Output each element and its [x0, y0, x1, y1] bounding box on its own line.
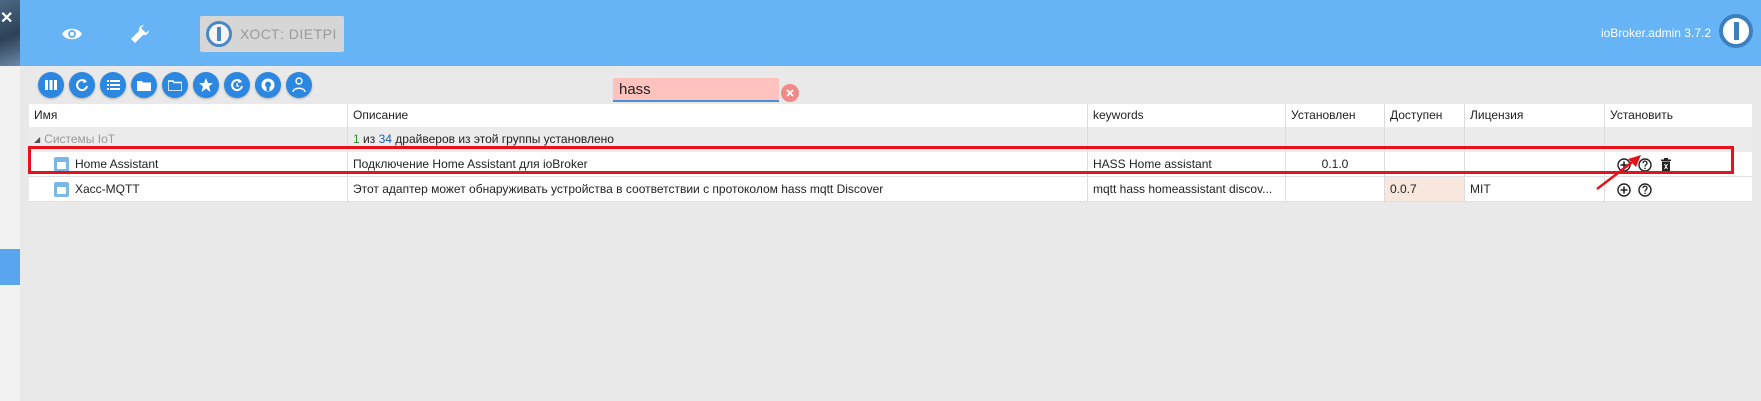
header-install[interactable]: Установить — [1604, 104, 1752, 127]
table-row[interactable]: Home Assistant Подключение Home Assistan… — [29, 152, 1752, 177]
iobroker-logo-icon — [206, 21, 232, 47]
group-name: Системы IoT — [44, 132, 116, 146]
adapter-license: MIT — [1464, 177, 1604, 201]
host-label: ХОСТ: DIETPI — [240, 26, 337, 42]
adapter-description: Подключение Home Assistant для ioBroker — [347, 152, 1087, 176]
adapter-name-cell: Хасс-MQTT — [29, 177, 347, 201]
sidebar-active-marker[interactable] — [0, 249, 20, 285]
left-sidebar-strip: ✕ — [0, 0, 20, 401]
view-columns-icon[interactable] — [38, 72, 64, 98]
github-icon[interactable] — [255, 72, 281, 98]
adapter-description: Этот адаптер может обнаруживать устройст… — [347, 177, 1087, 201]
header-keywords[interactable]: keywords — [1087, 104, 1285, 127]
user-icon[interactable] — [286, 72, 312, 98]
update-icon[interactable] — [224, 72, 250, 98]
add-instance-icon[interactable] — [1615, 181, 1632, 198]
group-total-count: 34 — [378, 132, 392, 146]
delete-icon[interactable] — [1657, 156, 1674, 173]
adapter-home-icon — [54, 157, 69, 173]
header-name[interactable]: Имя — [29, 104, 347, 127]
header-installed[interactable]: Установлен — [1285, 104, 1384, 127]
adapter-installed-version — [1285, 177, 1384, 201]
adapter-available-version — [1384, 152, 1464, 176]
table-row[interactable]: Хасс-MQTT Этот адаптер может обнаруживат… — [29, 177, 1752, 202]
sidebar-corner: ✕ — [0, 0, 20, 66]
adapter-actions — [1604, 152, 1752, 176]
group-empty-cell — [1384, 127, 1464, 151]
group-name-cell: ◢ Системы IoT — [29, 127, 347, 151]
adapter-license — [1464, 152, 1604, 176]
add-instance-icon[interactable] — [1615, 156, 1632, 173]
star-icon[interactable] — [193, 72, 219, 98]
help-icon[interactable] — [1636, 181, 1653, 198]
header-available[interactable]: Доступен — [1384, 104, 1464, 127]
action-buttons — [1611, 155, 1678, 174]
host-selector[interactable]: ХОСТ: DIETPI — [200, 16, 344, 52]
table-header: Имя Описание keywords Установлен Доступе… — [29, 104, 1752, 127]
list-icon[interactable] — [100, 72, 126, 98]
group-summary: 1 из 34 драйверов из этой группы установ… — [347, 127, 1087, 151]
folder-icon[interactable] — [131, 72, 157, 98]
group-row[interactable]: ◢ Системы IoT 1 из 34 драйверов из этой г… — [29, 127, 1752, 152]
adapter-home-icon — [54, 182, 69, 198]
group-summary-mid: из — [363, 132, 376, 146]
group-summary-end: драйверов из этой группы установлено — [395, 132, 614, 146]
action-buttons — [1611, 180, 1657, 199]
adapter-installed-version: 0.1.0 — [1285, 152, 1384, 176]
group-empty-cell — [1464, 127, 1604, 151]
group-empty-cell — [1087, 127, 1285, 151]
collapse-triangle-icon[interactable]: ◢ — [34, 128, 40, 151]
adapters-table: Имя Описание keywords Установлен Доступе… — [29, 104, 1752, 202]
adapter-name-cell: Home Assistant — [29, 152, 347, 176]
folder-open-icon[interactable] — [162, 72, 188, 98]
brand-logo-icon — [1719, 14, 1753, 48]
adapter-name: Home Assistant — [75, 157, 159, 171]
adapter-actions — [1604, 177, 1752, 201]
adapter-keywords: mqtt hass homeassistant discov... — [1087, 177, 1285, 201]
wrench-icon[interactable] — [122, 16, 158, 52]
clear-search-icon[interactable] — [781, 84, 799, 102]
top-header: ХОСТ: DIETPI ioBroker.admin 3.7.2 — [20, 0, 1761, 66]
close-icon[interactable]: ✕ — [0, 8, 13, 28]
admin-version: ioBroker.admin 3.7.2 — [1600, 26, 1711, 40]
adapter-name: Хасс-MQTT — [75, 182, 140, 196]
adapter-toolbar — [38, 72, 312, 98]
group-installed-count: 1 — [353, 132, 360, 146]
adapter-available-version: 0.0.7 — [1384, 177, 1464, 201]
group-empty-cell — [1604, 127, 1752, 151]
header-license[interactable]: Лицензия — [1464, 104, 1604, 127]
header-description[interactable]: Описание — [347, 104, 1087, 127]
search-input[interactable] — [613, 78, 779, 102]
adapter-keywords: HASS Home assistant — [1087, 152, 1285, 176]
group-empty-cell — [1285, 127, 1384, 151]
help-icon[interactable] — [1636, 156, 1653, 173]
refresh-icon[interactable] — [69, 72, 95, 98]
eye-icon[interactable] — [54, 16, 90, 52]
